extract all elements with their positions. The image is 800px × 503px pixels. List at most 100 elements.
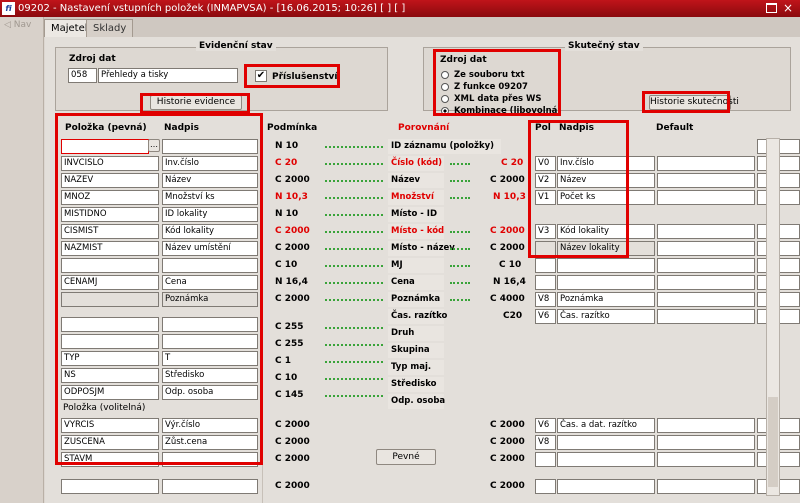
scrollbar-thumb[interactable] xyxy=(768,397,778,487)
vol-row-4-pol-field[interactable] xyxy=(535,479,556,494)
row-6-cond: C 2000 xyxy=(275,226,310,236)
row-4-compare: Množství xyxy=(388,190,444,205)
vol-row-2-pol-field[interactable]: V8 xyxy=(535,435,556,450)
highlight-prislusenstvi xyxy=(244,64,340,88)
tab-strip: Majetek Sklady xyxy=(44,17,800,37)
row-3-right-connector xyxy=(450,180,470,182)
row-2-default-field[interactable] xyxy=(657,156,755,171)
vol-row-4-rtitle-field[interactable] xyxy=(557,479,655,494)
row-14-compare: Typ maj. xyxy=(388,360,444,375)
vol-row-1-rtitle-field[interactable]: Čas. a dat. razítko xyxy=(557,418,655,433)
highlight-zdroj-skutecny xyxy=(433,49,561,116)
row-9-right-connector xyxy=(450,282,470,284)
row-14-connector xyxy=(325,361,383,363)
app-icon: fi xyxy=(2,2,15,15)
vol-row-4-title-field[interactable] xyxy=(162,479,258,494)
row-3-rcond: C 2000 xyxy=(490,175,525,185)
row-4-rcond: N 10,3 xyxy=(493,192,526,202)
tab-sklady[interactable]: Sklady xyxy=(86,19,134,37)
row-13-connector xyxy=(325,344,383,346)
row-4-right-connector xyxy=(450,197,470,199)
vertical-scrollbar[interactable] xyxy=(766,138,780,496)
row-11-rtitle-field[interactable]: Čas. razítko xyxy=(557,309,655,324)
row-8-connector xyxy=(325,265,383,267)
left-navbar: ◁ Nav xyxy=(0,17,44,503)
row-4-default-field[interactable] xyxy=(657,190,755,205)
vol-row-3-default-field[interactable] xyxy=(657,452,755,467)
row-9-compare: Cena xyxy=(388,275,444,290)
vol-row-1-default-field[interactable] xyxy=(657,418,755,433)
main-content: Evidenční stav Zdroj dat 058 Přehledy a … xyxy=(45,37,800,503)
header-podminka: Podmínka xyxy=(267,123,318,133)
vol-row-2-rcond: C 2000 xyxy=(490,437,525,447)
row-9-cond: N 16,4 xyxy=(275,277,308,287)
row-9-default-field[interactable] xyxy=(657,275,755,290)
row-5-cond: N 10 xyxy=(275,209,299,219)
row-8-cond: C 10 xyxy=(275,260,298,270)
window-title: 09202 - Nastavení vstupních položek (INM… xyxy=(18,3,406,14)
row-2-right-connector xyxy=(450,163,470,165)
vol-row-1-rcond: C 2000 xyxy=(490,420,525,430)
row-3-compare: Název xyxy=(388,173,444,188)
vol-row-4-item-field[interactable] xyxy=(61,479,159,494)
vol-row-3-cond: C 2000 xyxy=(275,454,310,464)
row-4-cond: N 10,3 xyxy=(275,192,308,202)
row-16-cond: C 145 xyxy=(275,390,304,400)
row-7-rcond: C 2000 xyxy=(490,243,525,253)
nav-button[interactable]: ◁ Nav xyxy=(4,20,31,30)
row-8-default-field[interactable] xyxy=(657,258,755,273)
skutecny-title: Skutečný stav xyxy=(565,41,643,51)
zdroj-name-field[interactable]: Přehledy a tisky xyxy=(98,68,238,83)
row-10-default-field[interactable] xyxy=(657,292,755,307)
row-2-compare: Číslo (kód) xyxy=(388,156,444,171)
row-6-connector xyxy=(325,231,383,233)
vol-row-2-rtitle-field[interactable] xyxy=(557,435,655,450)
row-9-rtitle-field[interactable] xyxy=(557,275,655,290)
row-7-default-field[interactable] xyxy=(657,241,755,256)
row-9-connector xyxy=(325,282,383,284)
row-6-compare: Místo - kód xyxy=(388,224,444,239)
row-14-cond: C 1 xyxy=(275,356,292,366)
zdroj-code-field[interactable]: 058 xyxy=(68,68,97,83)
row-15-connector xyxy=(325,378,383,380)
row-7-cond: C 2000 xyxy=(275,243,310,253)
row-1-cond: N 10 xyxy=(275,141,299,151)
highlight-historie-skutecnosti xyxy=(642,91,730,113)
vol-row-2-default-field[interactable] xyxy=(657,435,755,450)
vol-row-3-pol-field[interactable] xyxy=(535,452,556,467)
row-10-rtitle-field[interactable]: Poznámka xyxy=(557,292,655,307)
pevne-button[interactable]: Pevné xyxy=(376,449,436,465)
row-8-rtitle-field[interactable] xyxy=(557,258,655,273)
row-16-connector xyxy=(325,395,383,397)
row-6-default-field[interactable] xyxy=(657,224,755,239)
row-10-connector xyxy=(325,299,383,301)
row-3-connector xyxy=(325,180,383,182)
row-8-pol-field[interactable] xyxy=(535,258,556,273)
row-2-connector xyxy=(325,163,383,165)
row-9-pol-field[interactable] xyxy=(535,275,556,290)
row-11-default-field[interactable] xyxy=(657,309,755,324)
row-10-compare: Poznámka xyxy=(388,292,444,307)
row-7-right-connector xyxy=(450,248,470,250)
row-10-rcond: C 4000 xyxy=(490,294,525,304)
row-12-cond: C 255 xyxy=(275,322,304,332)
row-15-cond: C 10 xyxy=(275,373,298,383)
row-7-connector xyxy=(325,248,383,250)
vol-row-1-cond: C 2000 xyxy=(275,420,310,430)
evidencni-zdroj-label: Zdroj dat xyxy=(69,54,116,64)
row-10-cond: C 2000 xyxy=(275,294,310,304)
maximize-icon[interactable] xyxy=(766,3,777,13)
row-3-default-field[interactable] xyxy=(657,173,755,188)
vol-row-1-pol-field[interactable]: V6 xyxy=(535,418,556,433)
vol-row-3-rtitle-field[interactable] xyxy=(557,452,655,467)
row-10-pol-field[interactable]: V8 xyxy=(535,292,556,307)
row-3-cond: C 2000 xyxy=(275,175,310,185)
row-4-connector xyxy=(325,197,383,199)
row-8-rcond: C 10 xyxy=(499,260,522,270)
close-icon[interactable]: × xyxy=(783,0,793,17)
row-2-cond: C 20 xyxy=(275,158,298,168)
vol-row-4-default-field[interactable] xyxy=(657,479,755,494)
row-12-connector xyxy=(325,327,383,329)
row-11-pol-field[interactable]: V6 xyxy=(535,309,556,324)
highlight-right-columns xyxy=(528,120,629,258)
